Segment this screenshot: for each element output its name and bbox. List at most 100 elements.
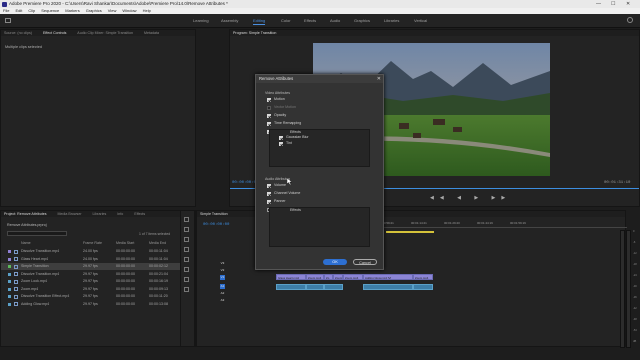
workspace-learning[interactable]: Learning — [193, 18, 209, 23]
video-clip[interactable]: Zoom — [333, 274, 343, 280]
video-clip[interactable]: Adding Glow.mp4 [V] — [363, 274, 413, 280]
project-item[interactable]: Zoom Look.mp4 29.97 fps 00:00:00:00 00:00:1… — [1, 278, 180, 285]
timeline-timecode[interactable]: 00:00:00:00 — [203, 223, 229, 227]
item-media-start: 00:00:00:00 — [116, 301, 135, 306]
checkbox-vector-motion[interactable]: Vector Motion — [267, 105, 296, 110]
label-color-swatch — [8, 272, 11, 276]
ok-button[interactable]: OK — [323, 259, 347, 265]
item-media-start: 00:00:00:00 — [116, 271, 135, 276]
project-item[interactable]: Adding Glow.mp4 29.97 fps 00:00:00:00 00:00… — [1, 301, 180, 308]
checkbox-box — [267, 191, 271, 196]
close-button[interactable]: ✕ — [626, 0, 630, 8]
item-media-end: 00:00:11:04 — [149, 249, 168, 253]
video-file-icon — [14, 272, 18, 276]
checkbox-gaussian-blur[interactable]: Gaussian Blur — [279, 135, 309, 140]
item-media-start: 00:00:00:00 — [116, 256, 135, 261]
tab-info[interactable]: Info — [117, 212, 123, 216]
checkbox-tint[interactable]: Tint — [279, 141, 292, 146]
razor-tool-icon[interactable] — [184, 247, 189, 252]
item-media-start: 00:00:00:00 — [116, 286, 135, 291]
checkbox-label: Opacity — [274, 113, 287, 117]
tab-libraries[interactable]: Libraries — [93, 212, 107, 216]
search-icon[interactable] — [627, 17, 633, 23]
col-frame-rate[interactable]: Frame Rate — [83, 241, 102, 245]
track-a1[interactable]: A1 — [212, 284, 278, 290]
project-item[interactable]: Glass Heart.mp4 24.00 fps 00:00:00:00 00:00… — [1, 256, 180, 263]
video-clip[interactable]: Glass Heart.mp4 — [276, 274, 306, 280]
project-item[interactable]: Dissolve Transition Effect.mp4 29.97 fps 0… — [1, 293, 180, 300]
tab-metadata[interactable]: Metadata — [144, 31, 159, 35]
project-search-input[interactable] — [7, 231, 67, 236]
checkbox-motion[interactable]: Motion — [267, 97, 285, 102]
home-icon[interactable] — [5, 18, 11, 23]
col-name[interactable]: Name — [21, 241, 31, 245]
video-clip[interactable]: Zoom.mp4 — [343, 274, 363, 280]
audio-clip[interactable] — [324, 284, 343, 290]
tab-audio-clip-mixer[interactable]: Audio Clip Mixer: Simple Transition — [77, 31, 133, 35]
project-item[interactable]: Dissolve Transition.mp4 24.00 fps 00:00:00… — [1, 248, 180, 255]
meter-tick-label: -36 — [633, 296, 637, 299]
project-item[interactable]: Dissolve Transition.mp4 29.97 fps 00:00:00… — [1, 271, 180, 278]
item-name: Adding Glow.mp4 — [21, 301, 50, 306]
type-tool-icon[interactable] — [184, 287, 189, 292]
track-label: V1 — [220, 275, 225, 280]
track-a3[interactable]: A3 — [212, 298, 278, 304]
selection-tool-icon[interactable] — [184, 217, 189, 222]
checkbox-time-remapping[interactable]: Time Remapping — [267, 121, 301, 126]
track-a2[interactable]: A2 — [212, 291, 278, 297]
workspace-effects[interactable]: Effects — [304, 18, 316, 23]
checkbox-channel-volume[interactable]: Channel Volume — [267, 191, 300, 196]
workspace-graphics[interactable]: Graphics — [354, 18, 370, 23]
slip-tool-icon[interactable] — [184, 257, 189, 262]
video-clip[interactable]: Zoom.mp4 — [413, 274, 433, 280]
video-clip[interactable]: Zoom.mp4 — [306, 274, 324, 280]
tab-media-browser[interactable]: Media Browser — [58, 212, 82, 216]
track-v1[interactable]: V1 — [212, 275, 278, 281]
workspace-audio[interactable]: Audio — [330, 18, 340, 23]
minimize-button[interactable]: — — [596, 0, 601, 8]
audio-clip[interactable] — [276, 284, 306, 290]
checkbox-label: Gaussian Blur — [286, 135, 309, 139]
audio-meter-left — [620, 230, 625, 348]
workspace-libraries[interactable]: Libraries — [384, 18, 399, 23]
tab-effect-controls[interactable]: Effect Controls — [43, 31, 67, 35]
video-file-icon — [14, 302, 18, 306]
video-clip[interactable]: Zo — [324, 274, 333, 280]
workspace-vertical[interactable]: Vertical — [414, 18, 427, 23]
window-title: Adobe Premiere Pro 2020 - C:\Users\Ravi … — [9, 1, 228, 6]
work-area-bar[interactable] — [386, 231, 434, 233]
cancel-button[interactable]: Cancel — [353, 259, 377, 265]
checkbox-panner[interactable]: Panner — [267, 199, 286, 204]
item-media-end: 00:00:13:08 — [149, 301, 168, 306]
tab-sequence[interactable]: Simple Transition — [200, 212, 228, 216]
workspace-assembly[interactable]: Assembly — [221, 18, 238, 23]
tab-effects[interactable]: Effects — [134, 212, 145, 216]
audio-clip[interactable] — [363, 284, 413, 290]
ripple-edit-tool-icon[interactable] — [184, 237, 189, 242]
track-select-tool-icon[interactable] — [184, 227, 189, 232]
workspace-editing[interactable]: Editing — [253, 18, 266, 25]
tab-source[interactable]: Source: (no clips) — [4, 31, 32, 35]
audio-clip[interactable] — [413, 284, 433, 290]
remove-attributes-dialog: Remove Attributes ✕ Video Attributes Mot… — [255, 74, 384, 270]
maximize-button[interactable]: ☐ — [611, 0, 615, 8]
hand-tool-icon[interactable] — [184, 277, 189, 282]
workspace-bar: Learning Assembly Editing Color Effects … — [0, 14, 640, 28]
checkbox-volume[interactable]: Volume — [267, 183, 286, 188]
workspace-color[interactable]: Color — [281, 18, 291, 23]
ruler-label: 00:01:14:21 — [411, 221, 427, 225]
pen-tool-icon[interactable] — [184, 267, 189, 272]
checkbox-opacity[interactable]: Opacity — [267, 113, 286, 118]
col-media-end[interactable]: Media End — [149, 241, 166, 245]
transport-controls[interactable]: ◀◀ ◀ ▶ ▶▶ — [430, 195, 511, 201]
tab-project[interactable]: Project: Remove Attributes — [4, 212, 47, 216]
col-media-start[interactable]: Media Start — [116, 241, 134, 245]
project-item[interactable]: Simple Transition 29.97 fps 00:00:00:00 00:… — [1, 263, 180, 270]
item-media-end: 00:00:16:19 — [149, 279, 168, 283]
project-item[interactable]: Zoom.mp4 29.97 fps 00:00:00:00 00:00:09:13 — [1, 286, 180, 293]
audio-clip[interactable] — [306, 284, 324, 290]
dialog-close-button[interactable]: ✕ — [377, 75, 381, 83]
selection-status: 1 of 7 items selected — [139, 232, 171, 236]
premiere-app-icon — [2, 1, 7, 7]
tab-program[interactable]: Program: Simple Transition — [233, 31, 276, 35]
